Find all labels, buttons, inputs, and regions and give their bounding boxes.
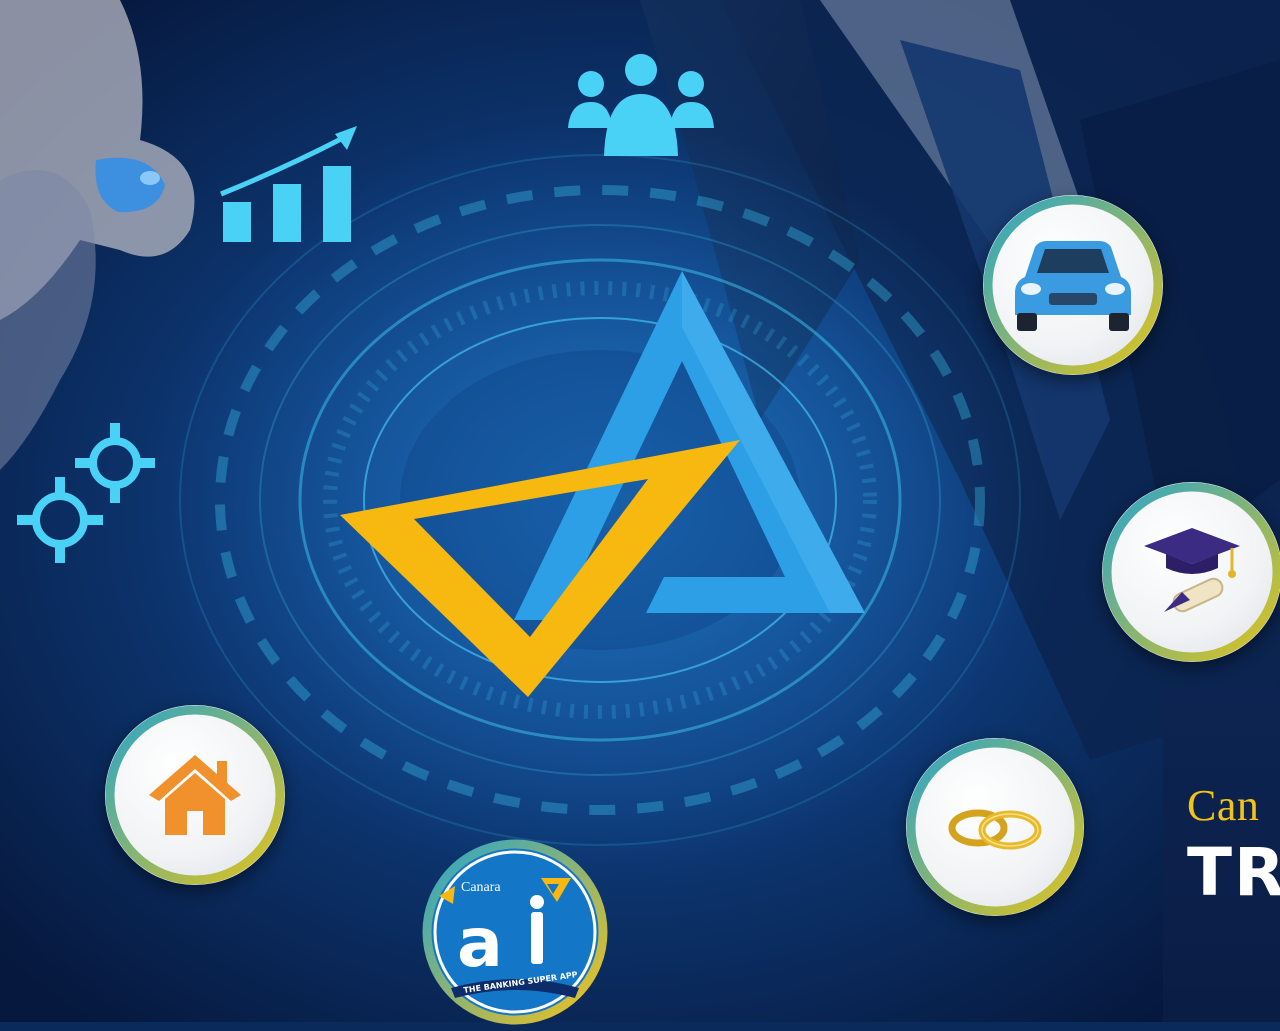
ai1-app-badge[interactable]: a Canara THE BANKING SUPER APP: [421, 838, 609, 1026]
education-loan-bubble[interactable]: [1102, 482, 1280, 662]
wedding-loan-bubble[interactable]: [906, 738, 1084, 916]
people-group-icon: [568, 54, 714, 156]
car-icon: [1015, 241, 1131, 331]
graduation-cap-icon: [1144, 528, 1240, 613]
app-logo-mark: a: [457, 904, 503, 983]
app-brand: Canara: [461, 880, 501, 895]
growth-chart-icon: [220, 126, 357, 242]
canara-logo-icon: [340, 271, 865, 697]
promo-brand: Can: [1187, 781, 1260, 830]
gears-icon: [17, 423, 155, 563]
rings-icon: [948, 809, 1042, 850]
hero-scene: a Canara THE BANKING SUPER APP Can TR: [0, 0, 1280, 1025]
promo-title: TR: [1187, 834, 1280, 911]
house-icon: [149, 755, 241, 835]
car-loan-bubble[interactable]: [983, 195, 1163, 375]
promo-panel[interactable]: Can TR: [1163, 688, 1280, 1022]
home-loan-bubble[interactable]: [105, 705, 285, 885]
